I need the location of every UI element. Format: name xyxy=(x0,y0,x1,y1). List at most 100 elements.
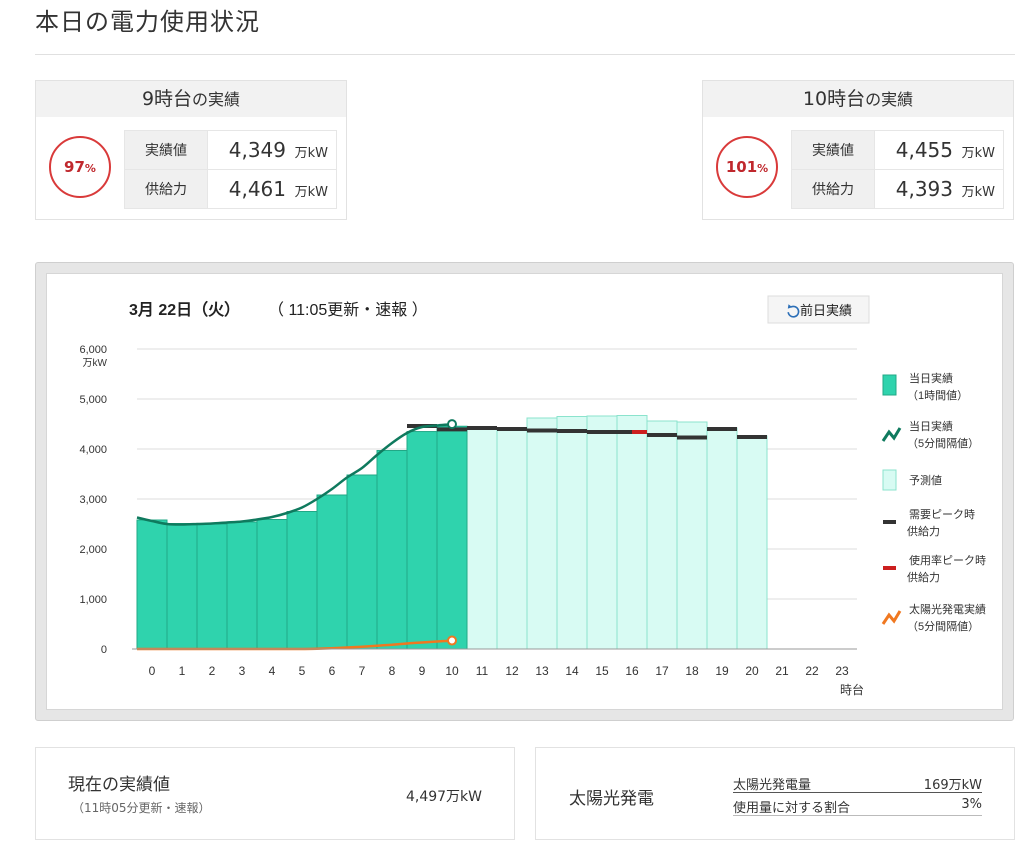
solar-title: 太陽光発電 xyxy=(569,789,654,809)
stat-value: 4,349 xyxy=(228,138,286,162)
x-axis-unit: 時台 xyxy=(840,682,864,697)
stat-unit: 万kW xyxy=(961,146,995,161)
chart-update-status: （ 11:05更新・速報 ） xyxy=(268,301,428,319)
x-tick-label: 20 xyxy=(745,664,759,678)
forecast-bar xyxy=(706,427,738,650)
actual-bar xyxy=(166,523,198,650)
x-tick-label: 10 xyxy=(445,664,459,678)
legend-label: （5分間隔値） xyxy=(907,620,979,633)
prev-day-button[interactable]: 前日実績 xyxy=(767,295,870,324)
usage-rate-unit: % xyxy=(84,162,96,175)
current-value: 4,497万kW xyxy=(405,789,482,805)
forecast-bar xyxy=(496,428,528,650)
forecast-bar xyxy=(736,435,768,650)
x-tick-label: 11 xyxy=(476,664,489,678)
legend-label: （5分間隔値） xyxy=(907,437,979,450)
hour-suffix: の実績 xyxy=(865,90,914,109)
stat-unit: 万kW xyxy=(294,185,328,200)
prev-day-button-label[interactable]: 前日実績 xyxy=(800,303,852,318)
y-tick-label: 2,000 xyxy=(79,544,107,556)
hour-suffix: の実績 xyxy=(192,90,241,109)
hour-label: 10時台 xyxy=(802,88,866,110)
actual-bars xyxy=(136,425,468,650)
solar-output-label: 太陽光発電量 xyxy=(733,778,812,793)
solar-card: 太陽光発電 太陽光発電量 169万kW 使用量に対する割合 3% xyxy=(535,747,1015,840)
x-tick-label: 4 xyxy=(269,664,276,678)
usage-rate-unit: % xyxy=(757,162,769,175)
usage-rate-badge: 97% xyxy=(49,136,111,198)
x-tick-label: 3 xyxy=(239,664,246,678)
actual-bar xyxy=(256,519,288,650)
hour-label: 9時台 xyxy=(141,88,193,110)
forecast-bar xyxy=(586,415,618,650)
stat-row-supply: 供給力 4,393 万kW xyxy=(791,169,1004,209)
stat-value: 4,393 xyxy=(895,177,953,201)
current-value-subtitle: （11時05分更新・速報） xyxy=(72,801,211,815)
x-tick-label: 17 xyxy=(655,664,669,678)
y-axis-unit: 万kW xyxy=(83,358,108,369)
forecast-bar xyxy=(676,421,708,650)
legend-item: 使用率ピーク時供給力 xyxy=(883,553,986,584)
current-value-card: 現在の実績値 （11時05分更新・速報） 4,497万kW xyxy=(35,747,515,840)
stat-row-supply: 供給力 4,461 万kW xyxy=(124,169,337,209)
stat-value: 4,455 xyxy=(895,138,953,162)
hour-stats-table: 実績値 4,455 万kW 供給力 4,393 万kW xyxy=(791,130,1004,209)
actual-bar xyxy=(286,511,318,650)
legend-item: 当日実績 （5分間隔値） xyxy=(881,419,979,450)
power-usage-chart: 3月 22日（火） （ 11:05更新・速報 ） 前日実績 6,000 5,000… xyxy=(79,295,986,697)
actual-bar xyxy=(346,474,378,650)
x-tick-label: 1 xyxy=(179,664,186,678)
legend-swatch-forecast xyxy=(882,469,897,491)
stat-row-actual: 実績値 4,455 万kW xyxy=(791,130,1004,170)
legend-label: 供給力 xyxy=(907,570,940,584)
legend-label: 予測値 xyxy=(909,473,942,487)
hour-stats-table: 実績値 4,349 万kW 供給力 4,461 万kW xyxy=(124,130,337,209)
x-tick-label: 22 xyxy=(805,664,819,678)
stat-unit: 万kW xyxy=(961,185,995,200)
usage-rate-value: 101 xyxy=(725,158,758,176)
legend-item: 需要ピーク時供給力 xyxy=(883,508,975,538)
x-tick-label: 0 xyxy=(149,664,156,678)
legend-label: 需要ピーク時 xyxy=(909,508,975,521)
hour-card-10: 10時台の実績 101% 実績値 4,455 万kW 供給力 4,393 万kW xyxy=(702,80,1014,220)
stat-value: 4,461 xyxy=(228,177,286,201)
x-tick-label: 2 xyxy=(209,664,216,678)
x-tick-label: 16 xyxy=(625,664,639,678)
y-tick-label: 4,000 xyxy=(79,444,107,456)
title-divider xyxy=(35,54,1015,55)
y-tick-label: 6,000 xyxy=(79,344,107,356)
x-tick-label: 6 xyxy=(329,664,336,678)
y-tick-label: 3,000 xyxy=(79,494,107,506)
chart-container: 3月 22日（火） （ 11:05更新・速報 ） 前日実績 6,000 5,000… xyxy=(46,273,1003,710)
hour-card-9: 9時台の実績 97% 実績値 4,349 万kW 供給力 4,461 万kW xyxy=(35,80,347,220)
x-tick-label: 7 xyxy=(359,664,366,678)
actual-bar xyxy=(316,494,348,650)
hour-card-heading: 9時台の実績 xyxy=(36,81,346,117)
chart-panel: 3月 22日（火） （ 11:05更新・速報 ） 前日実績 6,000 5,000… xyxy=(35,262,1014,721)
current-value-title: 現在の実績値 xyxy=(68,775,170,795)
actual-latest-point xyxy=(447,419,457,430)
stat-value-cell: 4,349 万kW xyxy=(207,130,337,170)
solar-latest-point xyxy=(447,635,457,646)
stat-value-cell: 4,455 万kW xyxy=(874,130,1004,170)
actual-bar xyxy=(436,425,468,650)
usage-rate-badge: 101% xyxy=(716,136,778,198)
page-title: 本日の電力使用状況 xyxy=(35,8,260,36)
legend-label: 当日実績 xyxy=(909,371,953,385)
legend-label: 使用率ピーク時 xyxy=(909,553,986,567)
usage-rate-value: 97 xyxy=(64,158,85,176)
x-tick-label: 14 xyxy=(565,664,579,678)
y-tick-label: 1,000 xyxy=(79,594,107,606)
actual-bar xyxy=(136,519,168,650)
stat-value-cell: 4,393 万kW xyxy=(874,169,1004,209)
forecast-bar xyxy=(646,420,678,650)
solar-output-value: 169万kW xyxy=(923,778,982,793)
stat-label: 供給力 xyxy=(124,169,208,209)
y-tick-label: 0 xyxy=(101,644,107,656)
stat-label: 実績値 xyxy=(791,130,875,170)
stat-row-actual: 実績値 4,349 万kW xyxy=(124,130,337,170)
chart-legend: 当日実績（1時間値）当日実績（5分間隔値）予測値需要ピーク時供給力使用率ピーク時… xyxy=(881,371,986,633)
solar-ratio-row: 使用量に対する割合 3% xyxy=(733,795,982,816)
forecast-bar xyxy=(556,416,588,650)
x-tick-label: 21 xyxy=(775,664,789,678)
